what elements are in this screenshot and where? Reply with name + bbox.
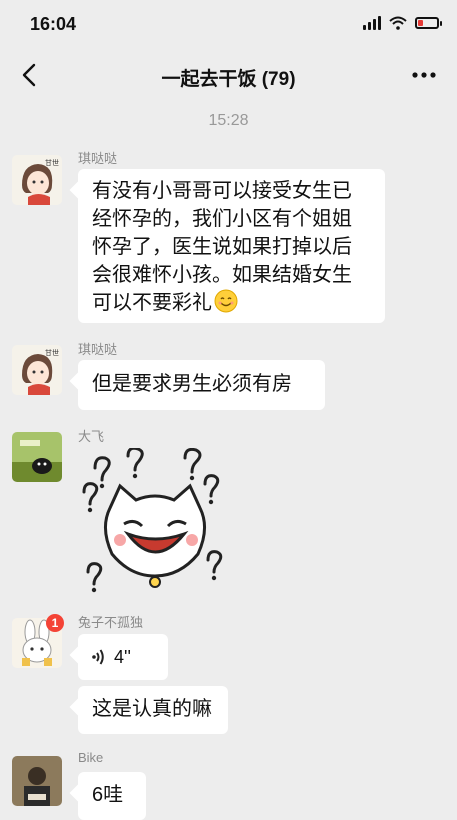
voice-message-bubble[interactable]: 4'' xyxy=(78,634,168,680)
wifi-icon xyxy=(389,16,407,30)
status-icons xyxy=(363,16,442,30)
message-bubble[interactable]: 6哇 xyxy=(78,772,146,820)
message-text: 但是要求男生必须有房 xyxy=(92,373,292,395)
chat-timestamp: 15:28 xyxy=(208,112,249,129)
message-bubble[interactable]: 但是要求男生必须有房 xyxy=(78,360,325,410)
svg-text:甘世: 甘世 xyxy=(45,348,59,357)
message-bubble[interactable]: 这是认真的嘛 xyxy=(78,686,228,734)
girl-avatar-icon: 甘世 xyxy=(12,155,62,205)
svg-text:甘世: 甘世 xyxy=(45,158,59,167)
nav-bar: 一起去干饭 (79) xyxy=(0,50,457,102)
voice-duration: 4'' xyxy=(114,647,131,667)
sender-name: Bike xyxy=(78,750,104,765)
sender-name: 兔子不孤独 xyxy=(78,615,144,630)
avatar[interactable]: 甘世 xyxy=(12,155,62,205)
sender-name: 琪哒哒 xyxy=(78,151,118,166)
girl-avatar-icon: 甘世 xyxy=(12,345,62,395)
status-bar: 16:04 xyxy=(0,0,457,50)
chat-title: 一起去干饭 (79) xyxy=(161,69,296,90)
unread-badge: 1 xyxy=(46,614,64,632)
person-photo-avatar-icon xyxy=(12,756,62,806)
message-text: 6哇 xyxy=(92,784,124,806)
message-text: 这是认真的嘛 xyxy=(92,698,212,720)
status-time: 16:04 xyxy=(30,14,77,34)
voice-wave-icon xyxy=(92,649,104,665)
message-bubble[interactable]: 有没有小哥哥可以接受女生已 经怀孕的，我们小区有个姐姐 怀孕了，医生说如果打掉以… xyxy=(78,169,385,323)
question-marks-laughing-cat-sticker[interactable] xyxy=(80,448,230,596)
signal-icon xyxy=(363,16,381,30)
smile-emoji-icon xyxy=(214,289,238,313)
avatar[interactable] xyxy=(12,432,62,482)
sender-name: 大飞 xyxy=(78,429,105,444)
battery-icon xyxy=(415,17,442,29)
avatar[interactable] xyxy=(12,756,62,806)
sender-name: 琪哒哒 xyxy=(78,342,118,357)
avatar[interactable]: 甘世 xyxy=(12,345,62,395)
more-button[interactable] xyxy=(409,64,439,86)
cartoon-landscape-avatar-icon xyxy=(12,432,62,482)
more-dots-icon xyxy=(412,72,436,78)
